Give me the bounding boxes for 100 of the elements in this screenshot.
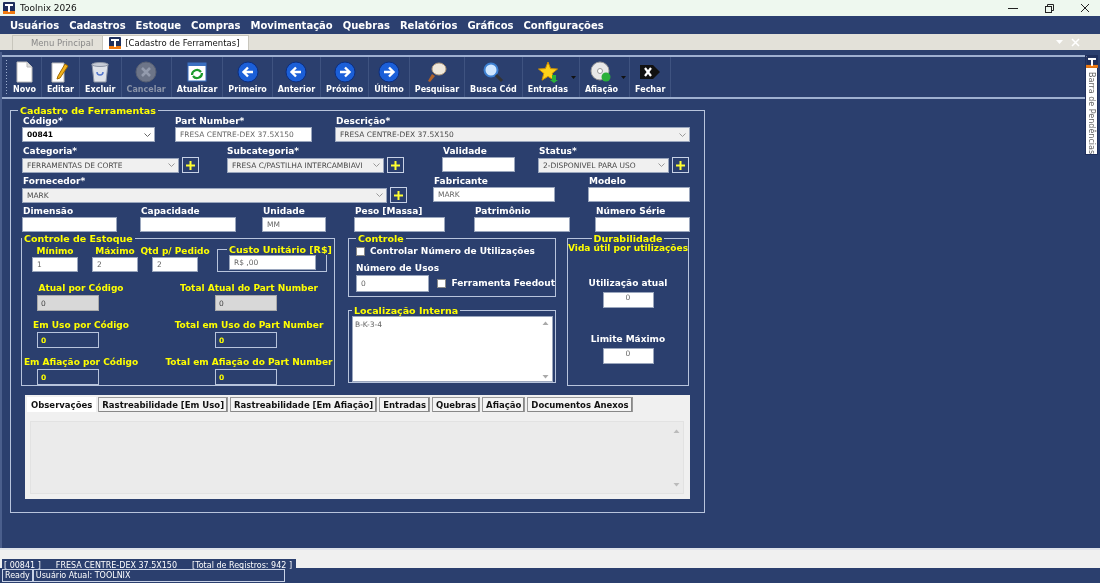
search-icon xyxy=(425,60,448,83)
toolbar-button[interactable]: Excluir xyxy=(83,60,118,94)
cancel-icon xyxy=(135,60,158,83)
text-field[interactable] xyxy=(588,187,690,202)
field-label: Mínimo xyxy=(36,246,74,257)
menu-item[interactable]: Movimentação xyxy=(245,19,338,31)
logo-icon xyxy=(109,37,122,49)
field-label: Part Number* xyxy=(175,116,246,127)
field-label: Modelo xyxy=(589,176,627,187)
field-label: Status* xyxy=(539,146,578,157)
toolbar-button[interactable]: Anterior xyxy=(275,60,318,94)
tab[interactable]: Quebras xyxy=(431,397,481,412)
menu-item[interactable]: Estoque xyxy=(130,19,187,31)
caret-icon xyxy=(1056,40,1063,44)
field-label: Capacidade xyxy=(141,206,201,217)
restore-icon xyxy=(1044,3,1054,13)
toolbar-button[interactable]: Último xyxy=(372,60,406,94)
caret-icon xyxy=(168,163,175,167)
trash-icon xyxy=(89,60,112,83)
toolbar-button[interactable]: Busca Cód xyxy=(468,60,519,94)
field-label: Total em Uso do Part Number xyxy=(174,320,324,331)
toolbar-button[interactable]: Fechar xyxy=(633,60,668,94)
tab[interactable]: Afiação xyxy=(482,397,526,412)
field-label: Patrimônio xyxy=(475,206,532,217)
text-field[interactable] xyxy=(442,157,515,172)
record-text: [Total de Registros: 942 ] xyxy=(192,561,293,570)
scrollbar-icon xyxy=(542,320,549,380)
checkbox[interactable] xyxy=(437,279,447,288)
field-label: Categoria* xyxy=(23,146,78,157)
logo-icon xyxy=(3,2,15,14)
disc-icon xyxy=(590,60,613,83)
checkbox[interactable] xyxy=(356,247,365,256)
group-title: Controle xyxy=(357,233,405,244)
text-field[interactable] xyxy=(354,217,445,232)
arrow-left-icon xyxy=(236,60,259,83)
menu-item[interactable]: Relatórios xyxy=(394,19,463,31)
text-field[interactable] xyxy=(474,217,570,232)
arrow-right-icon xyxy=(377,60,400,83)
field-label: Unidade xyxy=(263,206,306,217)
caret-icon xyxy=(144,132,151,137)
group-title: Controle de Estoque xyxy=(23,233,134,244)
menu-item[interactable]: Configurações xyxy=(518,19,609,31)
checkbox-label: Controlar Número de Utilizações xyxy=(370,246,535,257)
toolbar-button[interactable]: Entradas xyxy=(525,60,570,94)
close-icon xyxy=(1071,37,1080,47)
caret-icon xyxy=(373,163,380,167)
menu-item[interactable]: Cadastros xyxy=(64,19,131,31)
status-text: Ready xyxy=(2,569,33,582)
close-icon xyxy=(1080,3,1090,13)
arrow-left-icon xyxy=(285,60,308,83)
toolbar-button[interactable]: Atualizar xyxy=(174,60,220,94)
tab[interactable]: Rastreabilidade [Em Uso] xyxy=(98,397,229,412)
menu-item[interactable]: Compras xyxy=(186,19,246,31)
menu-item[interactable]: Quebras xyxy=(337,19,395,31)
text-field[interactable] xyxy=(140,217,236,232)
plus-icon xyxy=(676,160,685,170)
tab[interactable]: Entradas xyxy=(379,397,430,412)
tab[interactable]: Rastreabilidade [Em Afiação] xyxy=(230,397,378,412)
tab[interactable]: Observações xyxy=(27,397,97,412)
field-label: Máximo xyxy=(95,246,135,257)
toolbar-button[interactable]: Pesquisar xyxy=(412,60,462,94)
group-title: Custo Unitário [R$] xyxy=(228,244,333,255)
field-label: Total Atual do Part Number xyxy=(179,283,319,294)
document-tab[interactable]: [Cadastro de Ferramentas] xyxy=(102,35,249,50)
checkbox-label: Ferramenta Feedout xyxy=(451,278,555,289)
record-text: FRESA CENTRE-DEX 37.5X150 xyxy=(55,561,178,570)
menu-item[interactable]: Usuários xyxy=(5,19,65,31)
field-label: Em Afiação por Código xyxy=(23,357,139,368)
field-label: Peso [Massa] xyxy=(355,206,424,217)
field-label: Fabricante xyxy=(434,176,489,187)
text-field[interactable] xyxy=(595,217,690,232)
field-label: Número Série xyxy=(596,206,667,217)
field-label: Utilização atual xyxy=(587,278,669,289)
toolbar-button[interactable]: Primeiro xyxy=(226,60,269,94)
plus-icon xyxy=(394,190,403,200)
field-label: Qtd p/ Pedido xyxy=(140,246,210,257)
toolbar-button[interactable]: Novo xyxy=(11,60,38,94)
field-label: Fornecedor* xyxy=(23,176,87,187)
group-title: Localização Interna xyxy=(353,305,460,316)
tab[interactable]: Documentos Anexos xyxy=(527,397,633,412)
field-label: Total em Afiação do Part Number xyxy=(165,357,333,368)
arrow-right-icon xyxy=(333,60,356,83)
toolbar-button[interactable]: Afiação xyxy=(582,60,621,94)
section-title: Cadastro de Ferramentas xyxy=(19,105,157,116)
field-label: Atual por Código xyxy=(38,283,124,294)
field-label: Número de Usos xyxy=(356,263,441,274)
caret-icon xyxy=(679,132,686,137)
text-field[interactable] xyxy=(22,217,117,232)
field-label: Em Uso por Código xyxy=(33,320,129,331)
grip-icon xyxy=(5,59,8,95)
toolbar-button[interactable]: Próximo xyxy=(324,60,366,94)
document-icon xyxy=(13,60,36,83)
caret-icon xyxy=(658,163,665,167)
toolbar-button[interactable]: Editar xyxy=(44,60,76,94)
plus-icon xyxy=(391,160,400,170)
side-panel-tab[interactable]: Barra de Pendências xyxy=(1085,55,1098,155)
field-label: Validade xyxy=(443,146,488,157)
record-text: [ 00841 ] xyxy=(4,561,41,570)
plus-icon xyxy=(186,160,195,170)
menu-item[interactable]: Gráficos xyxy=(462,19,519,31)
